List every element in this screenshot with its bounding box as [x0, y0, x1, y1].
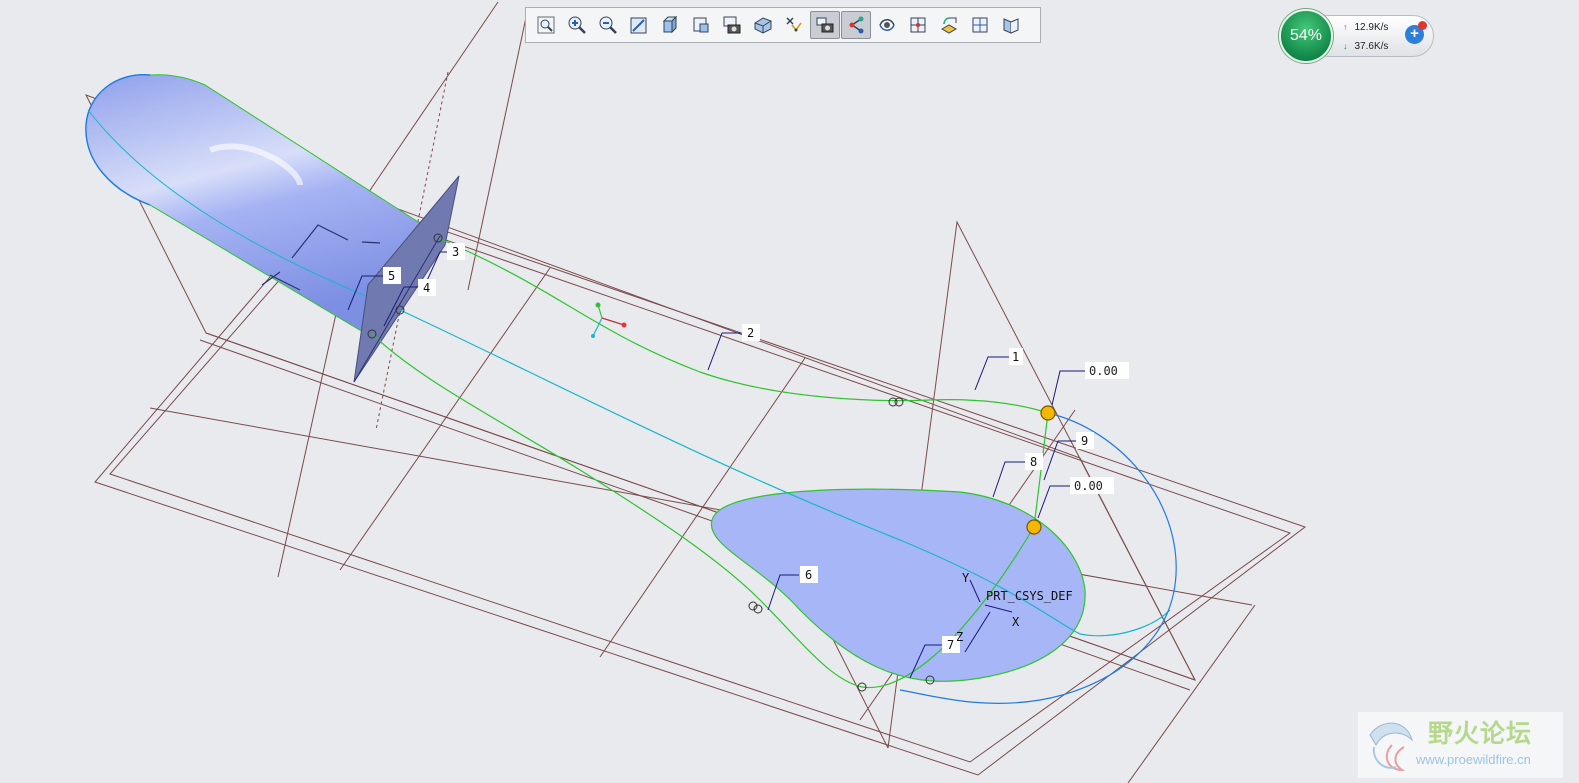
saved-views-button[interactable]: [686, 11, 716, 39]
layout-button[interactable]: [965, 11, 995, 39]
datum-display-button[interactable]: [779, 11, 809, 39]
zoom-in-icon: [568, 16, 586, 34]
plane-display-icon: [879, 19, 895, 31]
zoom-out-icon: [599, 16, 617, 34]
drag-handle-bottom[interactable]: [1026, 519, 1042, 535]
grid-icon: [910, 17, 926, 33]
watermark-title: 野火论坛: [1428, 719, 1533, 748]
view-manager-icon: [723, 16, 741, 34]
triad: [591, 302, 627, 338]
curve-label-7: 7: [947, 638, 954, 652]
csys-axis-x: X: [1012, 615, 1020, 629]
curve-label-3: 3: [452, 245, 459, 259]
refit-icon: [537, 16, 555, 34]
dimension-value-top: 0.00: [1089, 364, 1118, 378]
curve-label-5: 5: [388, 269, 395, 283]
repaint-icon: [630, 17, 647, 34]
drop-surface[interactable]: [710, 488, 1086, 682]
curve-label-4: 4: [423, 281, 430, 295]
csys-axis-y: Y: [962, 571, 970, 585]
dimension-value-bottom: 0.00: [1074, 479, 1103, 493]
curve-label-9: 9: [1081, 434, 1088, 448]
zoom-out-button[interactable]: [593, 11, 623, 39]
display-style-button[interactable]: [655, 11, 685, 39]
zoom-in-button[interactable]: [562, 11, 592, 39]
display-style-icon: [662, 15, 678, 34]
curve-label-8: 8: [1030, 455, 1037, 469]
orient-icon: [940, 17, 958, 34]
watermark: 野火论坛 www.proewildfire.cn: [1358, 712, 1563, 778]
drag-handle-top[interactable]: [1040, 405, 1056, 421]
curve-label-6: 6: [805, 568, 812, 582]
csys-label: PRT_CSYS_DEF: [986, 589, 1073, 603]
refit-button[interactable]: [531, 11, 561, 39]
curve-label-1: 1: [1012, 350, 1019, 364]
spin-center-button[interactable]: [810, 11, 840, 39]
download-speed-value: 37.6K/s: [1354, 41, 1389, 52]
repaint-button[interactable]: [624, 11, 654, 39]
perspective-button[interactable]: [748, 11, 778, 39]
upload-speed-value: 12.9K/s: [1354, 22, 1389, 33]
usage-percent[interactable]: 54%: [1279, 9, 1333, 63]
csys-axis-z: Z: [956, 630, 963, 644]
layout-icon: [972, 17, 988, 33]
datum-planes: [84, 1, 1307, 783]
grid-button[interactable]: [903, 11, 933, 39]
download-speed: ↓ 37.6K/s: [1343, 41, 1388, 52]
graphics-window[interactable]: 1 2 3 4 5 6 7 8 9 0.00 0.00 PRT_CSYS_DEF…: [0, 0, 1579, 783]
upload-speed: ↑ 12.9K/s: [1343, 22, 1388, 33]
spin-center-icon: [816, 17, 834, 33]
notification-dot: [1418, 21, 1427, 30]
datum-display-icon: [786, 17, 802, 32]
curve-label-2: 2: [747, 326, 754, 340]
orient-button[interactable]: [934, 11, 964, 39]
annotation-display-button[interactable]: [841, 11, 871, 39]
saved-views-icon: [693, 17, 709, 33]
model-canvas[interactable]: 1 2 3 4 5 6 7 8 9 0.00 0.00 PRT_CSYS_DEF…: [0, 0, 1579, 783]
view-manager-button[interactable]: [717, 11, 747, 39]
upload-arrow-icon: ↑: [1343, 22, 1348, 32]
watermark-url: www.proewildfire.cn: [1416, 752, 1531, 767]
section-button[interactable]: [996, 11, 1026, 39]
watermark-logo-icon: [1369, 722, 1413, 772]
perspective-view-icon: [754, 17, 772, 34]
plane-display-button[interactable]: [872, 11, 902, 39]
section-icon: [1003, 18, 1019, 34]
download-arrow-icon: ↓: [1343, 41, 1348, 51]
annotation-display-icon: [849, 16, 864, 34]
view-toolbar: [525, 7, 1041, 43]
